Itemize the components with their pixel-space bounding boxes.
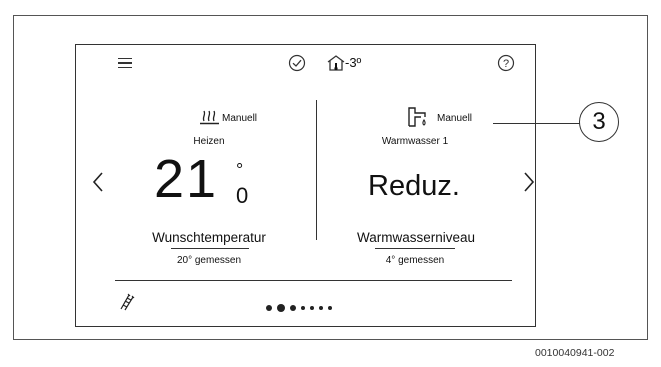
page-indicator[interactable] — [266, 299, 337, 317]
page-dot[interactable] — [290, 304, 296, 311]
hot-water-underline — [375, 248, 455, 249]
faucet-icon — [407, 106, 429, 133]
hot-water-measured: 4° gemessen — [385, 255, 445, 266]
check-circle-icon[interactable] — [288, 54, 306, 77]
hot-water-subtitle: Warmwasserniveau — [356, 230, 476, 245]
page-dot[interactable] — [277, 303, 285, 312]
page-dot[interactable] — [310, 305, 314, 310]
page-dot[interactable] — [301, 305, 305, 310]
callout-number: 3 — [579, 102, 619, 142]
heating-icon — [199, 106, 221, 131]
page-dot[interactable] — [319, 305, 323, 310]
svg-text:?: ? — [503, 58, 509, 70]
service-ladder-icon[interactable] — [118, 293, 136, 316]
bottom-divider — [115, 280, 512, 281]
page-dot[interactable] — [328, 305, 332, 310]
hot-water-mode-label: Manuell — [437, 113, 473, 124]
document-id: 0010040941-002 — [535, 347, 615, 359]
next-arrow-icon[interactable] — [522, 171, 536, 197]
page-dot[interactable] — [266, 304, 272, 311]
panel-divider — [316, 100, 317, 240]
hot-water-level-value[interactable]: Reduz. — [320, 170, 508, 203]
house-thermometer-icon — [326, 54, 346, 77]
menu-icon[interactable] — [118, 58, 132, 70]
degree-symbol: ° — [236, 160, 244, 180]
set-temperature-value[interactable]: 21 — [154, 152, 218, 206]
heating-underline — [171, 248, 249, 249]
heating-measured: 20° gemessen — [176, 255, 242, 266]
set-temperature-decimal: 0 — [236, 183, 249, 208]
heating-mode-label: Manuell — [222, 113, 258, 124]
hot-water-title: Warmwasser 1 — [381, 136, 449, 147]
callout-line — [493, 123, 580, 124]
help-icon[interactable]: ? — [497, 54, 515, 77]
previous-arrow-icon[interactable] — [91, 171, 105, 197]
outdoor-temperature: -3º — [345, 55, 362, 70]
heating-subtitle: Wunschtemperatur — [152, 230, 266, 245]
heating-title: Heizen — [193, 136, 225, 147]
